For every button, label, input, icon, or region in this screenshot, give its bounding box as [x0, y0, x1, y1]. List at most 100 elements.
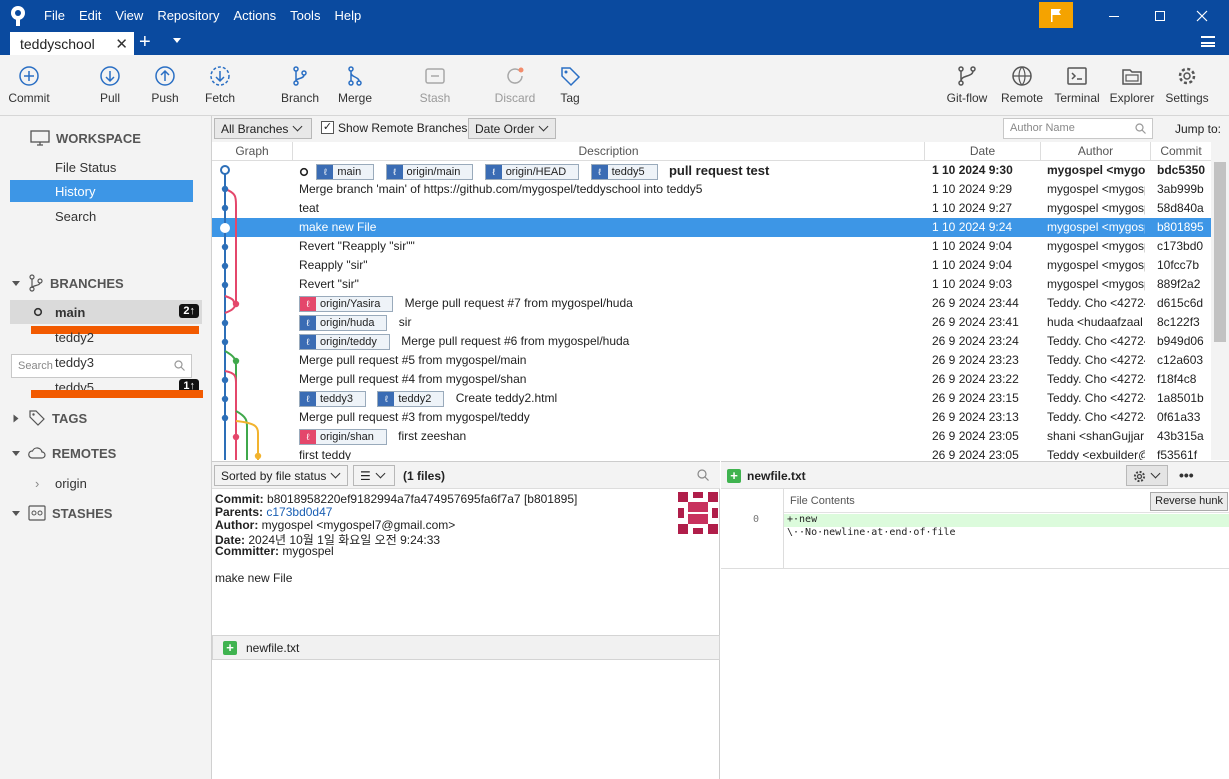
menu-help[interactable]: Help — [334, 8, 361, 23]
branch-tag[interactable]: ℓ origin/main — [385, 163, 474, 180]
stash-button[interactable]: Stash — [413, 65, 457, 113]
commit-row[interactable]: Merge pull request #3 from mygospel/tedd… — [212, 408, 1211, 427]
parent-link[interactable]: c173bd0d47 — [266, 505, 332, 519]
sidebar-item-history[interactable]: History — [10, 180, 193, 202]
remote-branch-tag[interactable]: ℓ origin/teddy — [299, 334, 390, 350]
commit-message: teat — [299, 201, 320, 215]
branches-header[interactable]: BRANCHES — [12, 273, 124, 293]
remote-button[interactable]: Remote — [999, 65, 1045, 113]
branch-tag[interactable]: ℓ teddy2 — [377, 391, 445, 407]
merge-icon — [348, 66, 362, 86]
commit-row[interactable]: ℓ origin/teddy Merge pull request #6 from… — [212, 332, 1211, 351]
menu-tools[interactable]: Tools — [290, 8, 320, 23]
commit-row[interactable]: Revert "sir" 1 10 2024 9:03 mygospel <my… — [212, 275, 1211, 294]
branch-tag-icon: ℓ — [485, 164, 502, 179]
remote-branch-tag[interactable]: ℓ origin/huda — [299, 315, 388, 331]
diff-options-dropdown[interactable] — [1126, 465, 1168, 486]
search-icon[interactable] — [697, 469, 709, 481]
commit-row-selected[interactable]: make new File 1 10 2024 9:24 mygospel <m… — [212, 218, 1211, 237]
minimize-button[interactable] — [1104, 8, 1124, 24]
tab-dropdown-icon[interactable] — [173, 38, 181, 43]
tag-icon — [29, 410, 45, 426]
tag-label: origin/huda — [320, 317, 375, 329]
column-date[interactable]: Date — [925, 142, 1041, 161]
menu-view[interactable]: View — [115, 8, 143, 23]
author-filter-input[interactable]: Author Name — [1003, 118, 1153, 139]
repo-tab[interactable]: teddyschool ✕ — [10, 32, 134, 55]
commit-row[interactable]: teat 1 10 2024 9:27 mygospel <mygospel7@… — [212, 199, 1211, 218]
history-header: Graph Description Date Author Commit — [212, 142, 1211, 161]
branch-button[interactable]: Branch — [277, 65, 323, 113]
reverse-hunk-button[interactable]: Reverse hunk — [1150, 492, 1228, 511]
commit-button[interactable]: Commit — [4, 65, 54, 113]
branch-item-teddy3[interactable]: teddy3 — [10, 350, 202, 374]
gitflow-button[interactable]: Git-flow — [941, 65, 993, 113]
close-window-button[interactable] — [1192, 8, 1212, 24]
terminal-button[interactable]: Terminal — [1050, 65, 1104, 113]
column-description[interactable]: Description — [293, 142, 925, 161]
commit-label: Commit — [8, 91, 50, 105]
column-author[interactable]: Author — [1041, 142, 1151, 161]
tag-label: Tag — [560, 91, 580, 105]
commit-row[interactable]: ℓ teddy3 ℓ teddy2 Create teddy2.html 26 9 … — [212, 389, 1211, 408]
commit-row[interactable]: ℓ origin/huda sir 26 9 2024 23:41 huda <h… — [212, 313, 1211, 332]
branch-item-main[interactable]: main 2↑ — [10, 300, 202, 324]
head-marker-icon — [299, 167, 309, 176]
tags-header[interactable]: TAGS — [12, 408, 87, 428]
stashes-header[interactable]: STASHES — [12, 503, 112, 523]
remote-branch-tag[interactable]: ℓ origin/shan — [299, 429, 387, 445]
scrollbar-thumb[interactable] — [1214, 162, 1226, 342]
discard-button[interactable]: Discard — [490, 65, 540, 113]
new-tab-button[interactable]: + — [139, 31, 151, 54]
notification-flag-button[interactable] — [1039, 2, 1073, 28]
changed-file-row[interactable]: + newfile.txt — [212, 635, 720, 660]
hamburger-menu-icon[interactable] — [1201, 36, 1215, 47]
sort-dropdown[interactable]: Sorted by file status — [214, 465, 348, 486]
commit-row[interactable]: Merge branch 'main' of https://github.co… — [212, 180, 1211, 199]
explorer-button[interactable]: Explorer — [1108, 65, 1156, 113]
details-toolbar: Sorted by file status ☰ (1 files) — [212, 462, 720, 489]
branch-item-teddy2[interactable]: teddy2 — [10, 325, 202, 349]
column-commit[interactable]: Commit — [1151, 142, 1211, 161]
menu-actions[interactable]: Actions — [233, 8, 276, 23]
commit-row[interactable]: Merge pull request #4 from mygospel/shan… — [212, 370, 1211, 389]
menu-repository[interactable]: Repository — [157, 8, 219, 23]
commit-row[interactable]: Reapply "sir" 1 10 2024 9:04 mygospel <m… — [212, 256, 1211, 275]
pull-button[interactable]: Pull — [88, 65, 132, 113]
branch-tag[interactable]: ℓ origin/HEAD — [484, 163, 580, 180]
menu-file[interactable]: File — [44, 8, 65, 23]
branch-tag[interactable]: ℓ main — [316, 163, 375, 180]
more-options-icon[interactable]: ••• — [1179, 467, 1194, 483]
maximize-button[interactable] — [1150, 8, 1170, 24]
sidebar-item-file-status[interactable]: File Status — [10, 156, 193, 178]
history-scrollbar[interactable] — [1211, 142, 1229, 460]
settings-button[interactable]: Settings — [1162, 65, 1212, 113]
view-mode-dropdown[interactable]: ☰ — [353, 465, 395, 486]
tag-button[interactable]: Tag — [550, 65, 590, 113]
commit-row[interactable]: first teddy 26 9 2024 23:05 Teddy <exbui… — [212, 446, 1211, 460]
remote-branch-tag[interactable]: ℓ origin/Yasira — [299, 296, 394, 312]
remote-item-origin[interactable]: › origin — [10, 471, 202, 495]
tab-close-icon[interactable]: ✕ — [115, 35, 128, 53]
remotes-header[interactable]: REMOTES — [12, 443, 116, 463]
tag-label: origin/main — [406, 165, 461, 178]
commit-row[interactable]: Revert "Reapply "sir"" 1 10 2024 9:04 my… — [212, 237, 1211, 256]
commit-author: mygospel <mygospel7@gmail.com> — [1047, 277, 1145, 291]
commit-row[interactable]: ℓ main ℓ origin/main ℓ origin/HEAD ℓ teddy5 … — [212, 161, 1211, 180]
commit-row[interactable]: ℓ origin/Yasira Merge pull request #7 fro… — [212, 294, 1211, 313]
all-branches-dropdown[interactable]: All Branches — [214, 118, 312, 139]
date-order-dropdown[interactable]: Date Order — [468, 118, 556, 139]
commit-row[interactable]: ℓ origin/shan first zeeshan 26 9 2024 23:… — [212, 427, 1211, 446]
commit-message: pull request test — [668, 163, 770, 178]
merge-button[interactable]: Merge — [333, 65, 377, 113]
sidebar-item-search[interactable]: Search — [10, 205, 193, 227]
show-remote-checkbox[interactable]: ✓ — [321, 121, 334, 134]
fetch-button[interactable]: Fetch — [198, 65, 242, 113]
push-button[interactable]: Push — [143, 65, 187, 113]
files-count: (1 files) — [403, 469, 446, 483]
branch-tag[interactable]: ℓ teddy3 — [299, 391, 367, 407]
branch-tag[interactable]: ℓ teddy5 — [590, 163, 658, 180]
column-graph[interactable]: Graph — [212, 142, 293, 161]
commit-row[interactable]: Merge pull request #5 from mygospel/main… — [212, 351, 1211, 370]
menu-edit[interactable]: Edit — [79, 8, 101, 23]
